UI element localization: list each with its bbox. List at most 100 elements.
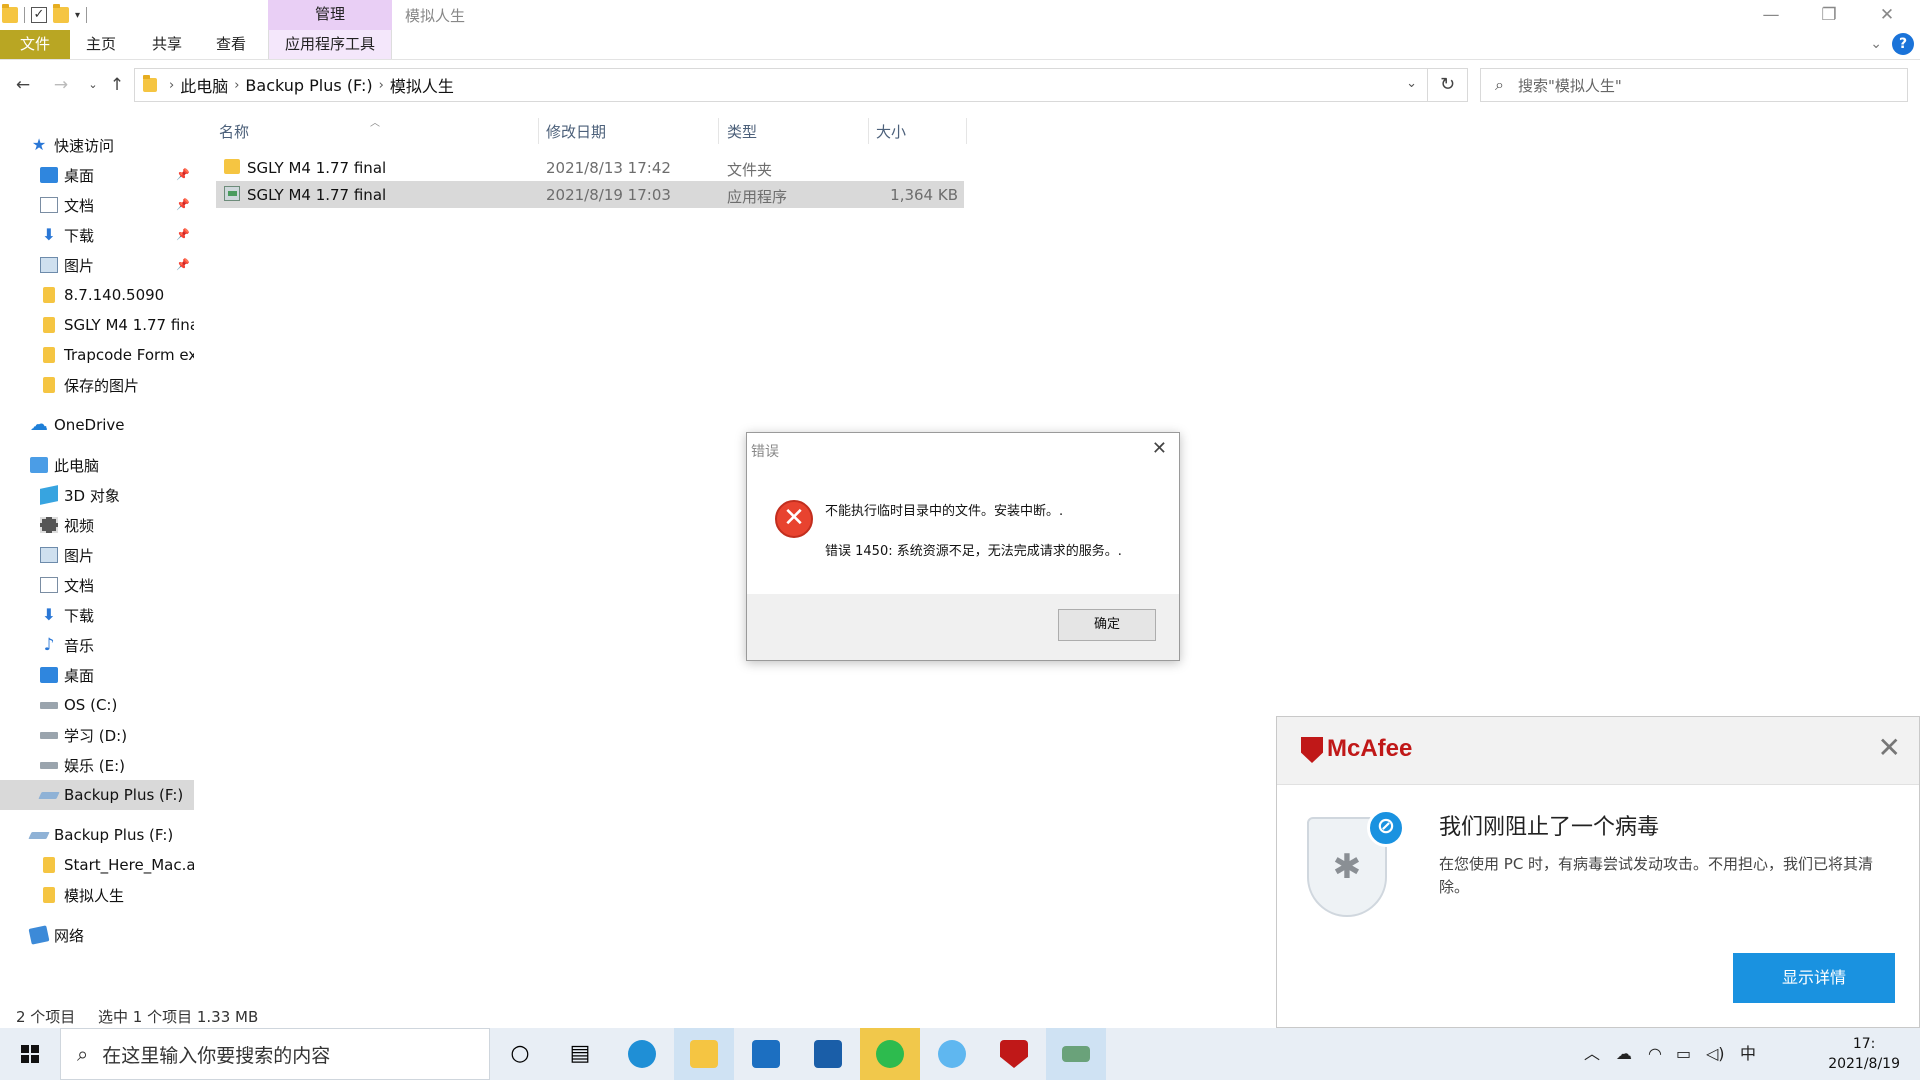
sidebar-item[interactable]: 娱乐 (E:) bbox=[0, 750, 194, 780]
column-type[interactable]: 类型 bbox=[727, 121, 757, 142]
file-explorer-icon[interactable] bbox=[674, 1028, 734, 1080]
tab-share[interactable]: 共享 bbox=[140, 30, 194, 59]
sidebar-item[interactable]: Backup Plus (F:) bbox=[0, 820, 194, 850]
sidebar-item[interactable]: 8.7.140.5090 bbox=[0, 280, 194, 310]
edge-icon[interactable] bbox=[612, 1028, 672, 1080]
minimize-button[interactable]: — bbox=[1742, 2, 1800, 28]
expand-ribbon-icon[interactable]: ⌄ bbox=[1870, 36, 1882, 52]
sidebar-item[interactable]: 视频 bbox=[0, 510, 194, 540]
address-bar[interactable]: › 此电脑 › Backup Plus (F:) › 模拟人生 ⌄ bbox=[134, 68, 1428, 102]
sidebar-item[interactable]: 桌面 bbox=[0, 660, 194, 690]
sidebar-item[interactable]: ★ 快速访问 bbox=[0, 130, 194, 160]
notification-header: McAfee ✕ bbox=[1277, 717, 1919, 785]
desktop-icon bbox=[40, 667, 58, 683]
back-icon[interactable]: ← bbox=[10, 72, 36, 98]
refresh-icon[interactable]: ↻ bbox=[1428, 68, 1468, 102]
sidebar-item[interactable]: 此电脑 bbox=[0, 450, 194, 480]
customize-toolbar-icon[interactable]: ▾ bbox=[75, 10, 80, 21]
search-input[interactable]: 搜索"模拟人生" bbox=[1518, 75, 1622, 96]
context-tab-manage[interactable]: 管理 bbox=[268, 0, 392, 30]
up-icon[interactable]: ↑ bbox=[104, 72, 130, 98]
breadcrumb-separator[interactable]: › bbox=[234, 78, 239, 93]
time: 17: bbox=[1852, 1036, 1876, 1052]
column-size[interactable]: 大小 bbox=[876, 121, 906, 142]
breadcrumb-separator[interactable]: › bbox=[379, 78, 384, 93]
notification-title: 我们刚阻止了一个病毒 bbox=[1439, 815, 1660, 840]
tab-file[interactable]: 文件 bbox=[0, 30, 70, 59]
show-hidden-icons-icon[interactable]: ︿ bbox=[1584, 1028, 1600, 1080]
folder-icon bbox=[43, 377, 55, 393]
restore-button[interactable]: ❐ bbox=[1800, 2, 1858, 28]
sidebar-item[interactable]: 模拟人生 bbox=[0, 880, 194, 910]
sidebar-item[interactable]: 图片 bbox=[0, 540, 194, 570]
wifi-icon[interactable]: ◠ bbox=[1648, 1028, 1662, 1080]
sidebar-item[interactable]: 文档 bbox=[0, 570, 194, 600]
battery-icon[interactable]: ▭ bbox=[1676, 1028, 1691, 1080]
onedrive-icon[interactable]: ☁ bbox=[1616, 1028, 1632, 1080]
column-name[interactable]: 名称 bbox=[219, 121, 249, 142]
taskbar: ⌕ 在这里输入你要搜索的内容 ○ ▤ ︿ ☁ ◠ ▭ ◁) 中 17: 2021… bbox=[0, 1028, 1920, 1080]
column-divider[interactable] bbox=[538, 118, 539, 144]
breadcrumb-backup-plus[interactable]: Backup Plus (F:) bbox=[245, 76, 372, 95]
installer-icon[interactable] bbox=[1046, 1028, 1106, 1080]
breadcrumb-this-pc[interactable]: 此电脑 bbox=[180, 73, 228, 97]
sidebar-item[interactable]: 图片 📌 bbox=[0, 250, 194, 280]
new-folder-icon[interactable] bbox=[53, 4, 69, 23]
tab-application-tools[interactable]: 应用程序工具 bbox=[268, 30, 392, 59]
sidebar-item[interactable]: 网络 bbox=[0, 920, 194, 950]
recent-locations-icon[interactable]: ⌄ bbox=[80, 72, 106, 98]
folder-icon bbox=[43, 317, 55, 333]
close-icon[interactable]: ✕ bbox=[1152, 438, 1167, 459]
volume-icon[interactable]: ◁) bbox=[1706, 1028, 1725, 1080]
sidebar-item[interactable]: ⬇ 下载 bbox=[0, 600, 194, 630]
input-method-indicator[interactable]: 中 bbox=[1740, 1028, 1756, 1080]
task-view-icon[interactable]: ▤ bbox=[550, 1028, 610, 1080]
tab-view[interactable]: 查看 bbox=[204, 30, 258, 59]
sidebar-item[interactable]: ☁ OneDrive bbox=[0, 410, 194, 440]
clock[interactable]: 17: 2021/8/19 bbox=[1828, 1034, 1900, 1074]
taskbar-search[interactable]: ⌕ 在这里输入你要搜索的内容 bbox=[60, 1028, 490, 1080]
file-row-selected[interactable]: SGLY M4 1.77 final 2021/8/19 17:03 应用程序 … bbox=[216, 181, 964, 208]
sidebar-item[interactable]: OS (C:) bbox=[0, 690, 194, 720]
sidebar-item[interactable]: Backup Plus (F:) bbox=[0, 780, 194, 810]
mcafee-icon[interactable] bbox=[984, 1028, 1044, 1080]
error-message: 不能执行临时目录中的文件。安装中断。. bbox=[825, 504, 1064, 519]
sidebar-item-label: 8.7.140.5090 bbox=[64, 286, 165, 304]
sidebar-item[interactable]: Trapcode Form ex bbox=[0, 340, 194, 370]
chevron-down-icon[interactable]: ⌄ bbox=[1406, 76, 1417, 91]
document-icon bbox=[40, 577, 58, 593]
cortana-icon[interactable]: ○ bbox=[490, 1028, 550, 1080]
sidebar-item[interactable]: 保存的图片 bbox=[0, 370, 194, 400]
properties-icon[interactable]: ✓ bbox=[31, 7, 47, 23]
sidebar-item[interactable]: SGLY M4 1.77 fina bbox=[0, 310, 194, 340]
cloud-icon: ☁ bbox=[30, 414, 48, 435]
sidebar-item[interactable]: 桌面 📌 bbox=[0, 160, 194, 190]
sidebar-item[interactable]: 3D 对象 bbox=[0, 480, 194, 510]
close-icon[interactable]: ✕ bbox=[1878, 731, 1901, 764]
mail-icon[interactable] bbox=[736, 1028, 796, 1080]
column-divider[interactable] bbox=[718, 118, 719, 144]
ok-button[interactable]: 确定 bbox=[1058, 609, 1156, 641]
sidebar-item[interactable]: Start_Here_Mac.a bbox=[0, 850, 194, 880]
sidebar-item[interactable]: ⬇ 下载 📌 bbox=[0, 220, 194, 250]
wechat-icon[interactable] bbox=[860, 1028, 920, 1080]
help-icon[interactable]: ? bbox=[1892, 33, 1914, 55]
close-button[interactable]: ✕ bbox=[1858, 2, 1916, 28]
sidebar-item[interactable]: 学习 (D:) bbox=[0, 720, 194, 750]
forward-icon[interactable]: → bbox=[48, 72, 74, 98]
start-button[interactable] bbox=[0, 1028, 60, 1080]
sidebar-item-label: 下载 bbox=[64, 606, 95, 625]
file-row[interactable]: SGLY M4 1.77 final 2021/8/13 17:42 文件夹 bbox=[216, 154, 964, 181]
search-box[interactable]: ⌕ 搜索"模拟人生" bbox=[1480, 68, 1908, 102]
column-divider[interactable] bbox=[966, 118, 967, 144]
column-divider[interactable] bbox=[868, 118, 869, 144]
baidu-netdisk-icon[interactable] bbox=[922, 1028, 982, 1080]
app-icon[interactable] bbox=[798, 1028, 858, 1080]
tab-home[interactable]: 主页 bbox=[74, 30, 128, 59]
taskbar-search-input[interactable]: 在这里输入你要搜索的内容 bbox=[102, 1041, 330, 1068]
breadcrumb-current-folder[interactable]: 模拟人生 bbox=[390, 73, 454, 97]
show-details-button[interactable]: 显示详情 bbox=[1733, 953, 1895, 1003]
sidebar-item[interactable]: ♪ 音乐 bbox=[0, 630, 194, 660]
column-date[interactable]: 修改日期 bbox=[546, 121, 606, 142]
sidebar-item[interactable]: 文档 📌 bbox=[0, 190, 194, 220]
